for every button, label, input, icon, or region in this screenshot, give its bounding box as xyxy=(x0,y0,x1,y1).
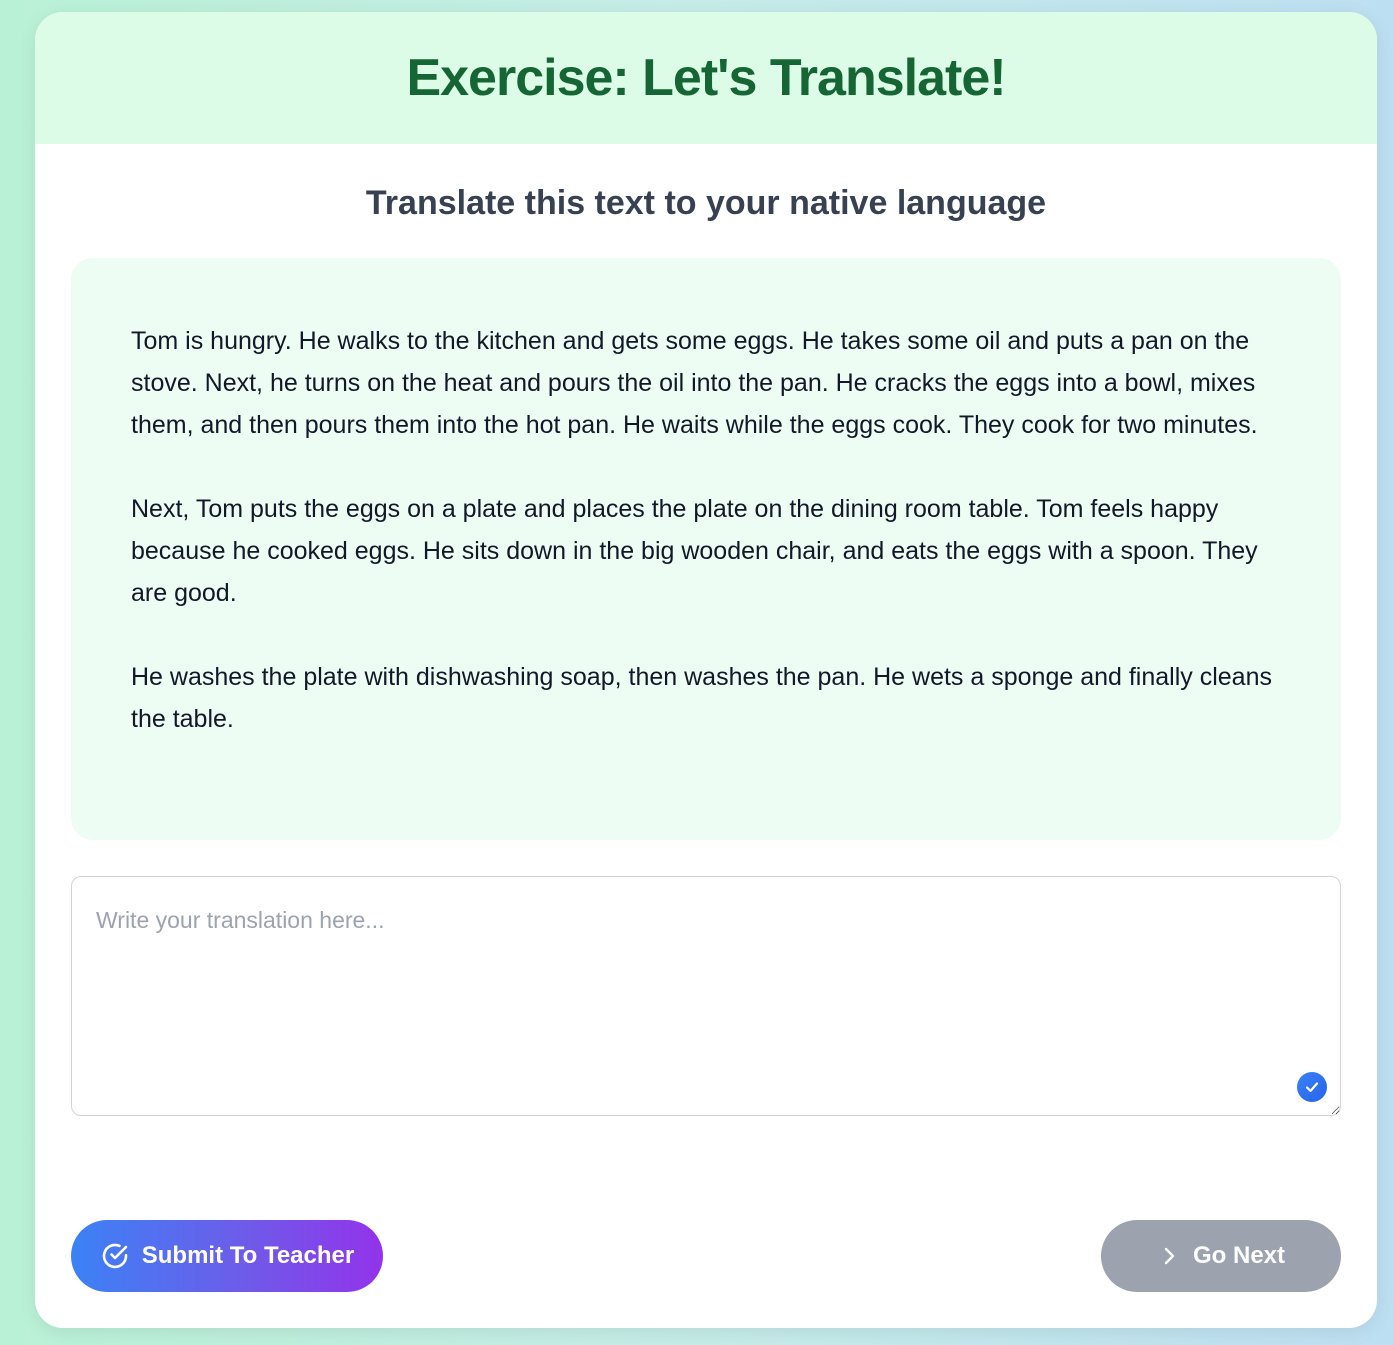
check-circle-icon xyxy=(100,1241,130,1271)
submit-to-teacher-button[interactable]: Submit To Teacher xyxy=(71,1220,383,1292)
source-paragraph: Tom is hungry. He walks to the kitchen a… xyxy=(131,327,1258,439)
go-next-button[interactable]: Go Next xyxy=(1101,1220,1341,1292)
chevron-right-icon xyxy=(1157,1244,1181,1268)
spellcheck-icon[interactable] xyxy=(1297,1072,1327,1102)
source-text-box: Tom is hungry. He walks to the kitchen a… xyxy=(71,258,1341,840)
exercise-card: Exercise: Let's Translate! Translate thi… xyxy=(35,12,1377,1328)
next-button-label: Go Next xyxy=(1192,1242,1285,1269)
translation-field-wrapper xyxy=(71,876,1341,1116)
source-paragraph: Next, Tom puts the eggs on a plate and p… xyxy=(131,495,1258,607)
translation-input[interactable] xyxy=(71,876,1341,1116)
page-title: Exercise: Let's Translate! xyxy=(406,49,1006,107)
source-paragraph: He washes the plate with dishwashing soa… xyxy=(131,663,1272,733)
submit-button-label: Submit To Teacher xyxy=(141,1242,355,1269)
instruction-text: Translate this text to your native langu… xyxy=(365,184,1047,222)
card-header: Exercise: Let's Translate! xyxy=(35,12,1377,144)
